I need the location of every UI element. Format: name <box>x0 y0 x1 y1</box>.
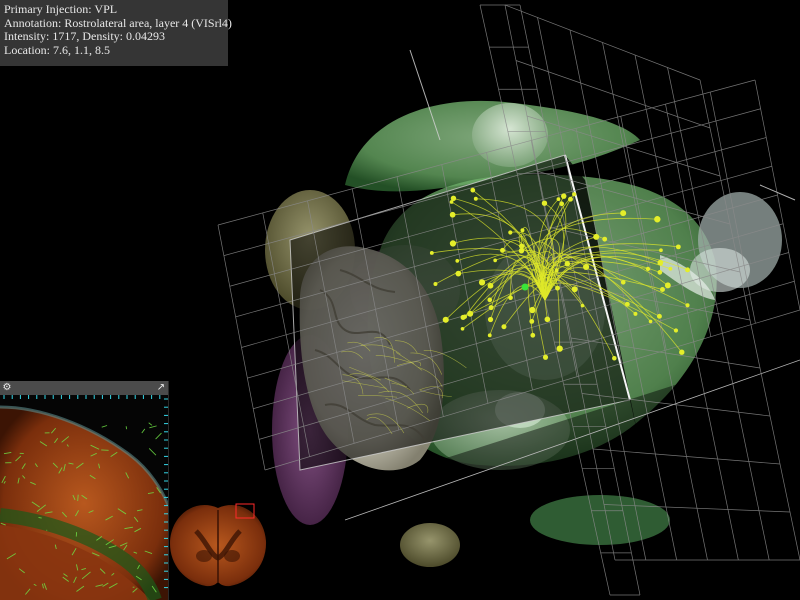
axon-terminal <box>564 261 571 267</box>
3d-viewport[interactable]: Primary Injection: VPL Annotation: Rostr… <box>0 0 800 600</box>
primary-injection-text: Primary Injection: VPL <box>4 2 118 16</box>
axon-terminal <box>449 211 456 218</box>
axon-terminal <box>659 286 665 292</box>
axon-terminal <box>668 266 673 271</box>
axon-terminal <box>657 270 663 275</box>
axon-terminal <box>508 230 513 235</box>
axon-terminal <box>554 268 559 273</box>
axon-terminal <box>572 192 577 197</box>
axon-terminal <box>501 324 507 330</box>
axon-terminal <box>530 332 536 338</box>
axon-terminal <box>429 251 434 255</box>
axon-terminal <box>487 297 493 303</box>
section-zoom-view[interactable] <box>0 395 168 600</box>
axon-terminal <box>473 196 478 201</box>
axon-terminal <box>542 354 549 360</box>
axon-terminal <box>449 240 457 247</box>
axon-terminal <box>449 200 454 204</box>
axon-segment <box>77 494 79 501</box>
axon-terminal <box>679 349 685 355</box>
axon-terminal <box>544 316 551 323</box>
axon-terminal <box>556 345 563 352</box>
axon-terminal <box>520 228 525 233</box>
axon-terminal <box>659 248 663 253</box>
axon-terminal <box>675 244 681 250</box>
axon-terminal <box>470 187 476 193</box>
info-overlay-panel: Primary Injection: VPL Annotation: Rostr… <box>0 0 232 66</box>
axon-terminal <box>571 286 578 293</box>
axon-terminal <box>664 282 671 289</box>
axon-segment <box>38 516 42 519</box>
axon-terminal <box>529 318 535 324</box>
coronal-section-thumbnail[interactable] <box>166 496 270 590</box>
axon-terminal <box>654 216 661 223</box>
axon-terminal <box>508 295 513 301</box>
axon-terminal <box>673 328 679 333</box>
axon-terminal <box>620 210 627 217</box>
axon-terminal <box>593 233 600 240</box>
axon-terminal <box>493 258 498 263</box>
section-image-inset[interactable]: ⚙ ↗ <box>0 381 169 600</box>
axon-terminal <box>433 281 438 286</box>
axon-terminal <box>633 311 638 316</box>
section-zoom-image[interactable] <box>0 395 168 600</box>
axon-terminal <box>656 313 662 319</box>
inset-header-bar: ⚙ ↗ <box>0 381 168 395</box>
axon-terminal <box>487 316 494 323</box>
axon-terminal <box>460 326 465 331</box>
grid-line <box>504 4 701 81</box>
axon-terminal <box>648 319 653 324</box>
axon-terminal <box>556 197 561 201</box>
injection-site-marker[interactable] <box>521 283 529 291</box>
axon-terminal <box>455 270 462 277</box>
location-text: Location: 7.6, 1.1, 8.5 <box>4 42 110 57</box>
axon-terminal <box>478 279 486 286</box>
intensity-density-text: Intensity: 1717, Density: 0.04293 <box>4 29 165 43</box>
axon-segment <box>125 426 128 430</box>
axon-terminal <box>487 333 492 338</box>
axon-terminal <box>612 356 617 361</box>
axon-terminal <box>541 200 548 206</box>
axon-terminal <box>442 316 449 323</box>
axon-terminal <box>580 303 585 308</box>
axon-terminal <box>645 266 651 272</box>
axon-terminal <box>568 196 573 202</box>
axon-terminal <box>462 314 468 319</box>
axis-line <box>759 184 796 201</box>
axon-terminal <box>685 303 690 308</box>
axon-terminal <box>602 236 608 242</box>
axon-terminal <box>500 247 506 253</box>
annotation-text: Annotation: Rostrolateral area, layer 4 … <box>4 15 232 30</box>
expand-arrow-icon[interactable]: ↗ <box>154 381 168 395</box>
gear-icon[interactable]: ⚙ <box>0 381 14 395</box>
axon-terminal <box>455 259 460 263</box>
axon-terminal <box>685 267 691 273</box>
axon-terminal <box>561 193 567 199</box>
axon-terminal <box>620 279 626 285</box>
